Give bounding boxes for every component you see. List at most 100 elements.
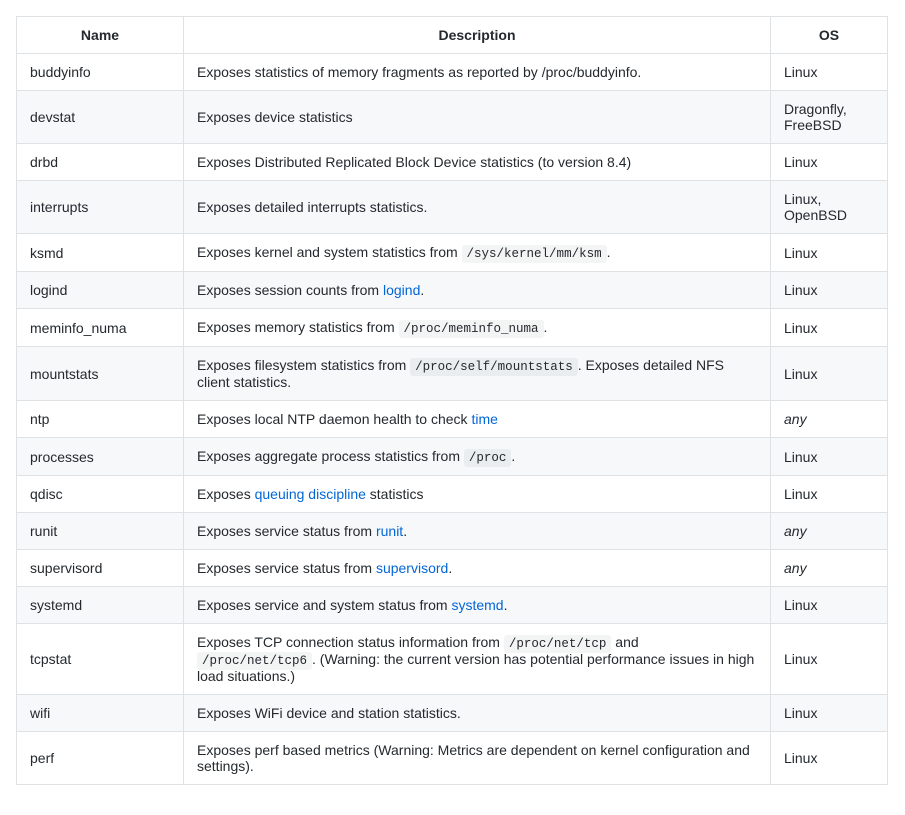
header-description: Description <box>184 17 771 54</box>
description-text: Exposes detailed interrupts statistics. <box>197 199 427 215</box>
table-row: mountstatsExposes filesystem statistics … <box>17 347 888 401</box>
table-row: devstat Exposes device statistics Dragonfl… <box>17 91 888 144</box>
table-row: systemdExposes service and system status… <box>17 587 888 624</box>
description-link[interactable]: runit <box>376 523 403 539</box>
cell-description: Exposes local NTP daemon health to check… <box>184 401 771 438</box>
table-row: runitExposes service status from runit.a… <box>17 513 888 550</box>
header-name: Name <box>17 17 184 54</box>
cell-name: drbd <box>17 144 184 181</box>
table-row: perfExposes perf based metrics (Warning:… <box>17 732 888 785</box>
cell-os: Linux <box>771 732 888 785</box>
os-italic: any <box>784 523 807 539</box>
cell-name: qdisc <box>17 476 184 513</box>
cell-description: Exposes perf based metrics (Warning: Met… <box>184 732 771 785</box>
cell-os: any <box>771 401 888 438</box>
table-header-row: Name Description OS <box>17 17 888 54</box>
description-text: Exposes service status from <box>197 560 376 576</box>
description-text: Exposes Distributed Replicated Block Dev… <box>197 154 631 170</box>
code-path: /proc/meminfo_numa <box>399 320 544 338</box>
table-row: interrupts Exposes detailed interrupts st… <box>17 181 888 234</box>
cell-description: Exposes session counts from logind. <box>184 272 771 309</box>
cell-description: Exposes filesystem statistics from /proc… <box>184 347 771 401</box>
cell-name: systemd <box>17 587 184 624</box>
description-text: Exposes statistics of memory fragments a… <box>197 64 641 80</box>
cell-name: interrupts <box>17 181 184 234</box>
cell-os: Linux <box>771 347 888 401</box>
cell-os: any <box>771 550 888 587</box>
table-row: tcpstatExposes TCP connection status inf… <box>17 624 888 695</box>
description-text: Exposes aggregate process statistics fro… <box>197 448 464 464</box>
description-text: . <box>504 597 508 613</box>
table-row: wifi Exposes WiFi device and station stat… <box>17 695 888 732</box>
description-link[interactable]: queuing discipline <box>255 486 366 502</box>
description-link[interactable]: time <box>471 411 497 427</box>
cell-name: runit <box>17 513 184 550</box>
os-italic: any <box>784 560 807 576</box>
description-text: Exposes service and system status from <box>197 597 451 613</box>
table-row: ntpExposes local NTP daemon health to ch… <box>17 401 888 438</box>
cell-description: Exposes service status from supervisord. <box>184 550 771 587</box>
description-text: . <box>420 282 424 298</box>
cell-name: buddyinfo <box>17 54 184 91</box>
cell-os: any <box>771 513 888 550</box>
cell-description: Exposes service and system status from s… <box>184 587 771 624</box>
table-row: meminfo_numaExposes memory statistics fr… <box>17 309 888 347</box>
cell-name: logind <box>17 272 184 309</box>
cell-description: Exposes queuing discipline statistics <box>184 476 771 513</box>
table-row: qdiscExposes queuing discipline statisti… <box>17 476 888 513</box>
description-text: Exposes WiFi device and station statisti… <box>197 705 461 721</box>
cell-name: devstat <box>17 91 184 144</box>
cell-description: Exposes memory statistics from /proc/mem… <box>184 309 771 347</box>
code-path: /proc <box>464 449 512 467</box>
description-text: Exposes session counts from <box>197 282 383 298</box>
cell-os: Linux <box>771 234 888 272</box>
cell-name: ntp <box>17 401 184 438</box>
description-text: Exposes TCP connection status informatio… <box>197 634 504 650</box>
description-text: . <box>607 244 611 260</box>
description-text: Exposes filesystem statistics from <box>197 357 410 373</box>
code-path: /proc/self/mountstats <box>410 358 578 376</box>
description-text: Exposes service status from <box>197 523 376 539</box>
header-os: OS <box>771 17 888 54</box>
code-path: /sys/kernel/mm/ksm <box>462 245 607 263</box>
description-text: Exposes kernel and system statistics fro… <box>197 244 462 260</box>
description-text: Exposes device statistics <box>197 109 353 125</box>
cell-description: Exposes kernel and system statistics fro… <box>184 234 771 272</box>
description-link[interactable]: logind <box>383 282 420 298</box>
cell-os: Linux <box>771 438 888 476</box>
description-link[interactable]: supervisord <box>376 560 448 576</box>
description-text: Exposes memory statistics from <box>197 319 399 335</box>
table-row: processes Exposes aggregate process stati… <box>17 438 888 476</box>
cell-description: Exposes TCP connection status informatio… <box>184 624 771 695</box>
cell-name: processes <box>17 438 184 476</box>
description-text: statistics <box>366 486 424 502</box>
cell-name: mountstats <box>17 347 184 401</box>
description-text: . <box>544 319 548 335</box>
cell-os: Linux <box>771 309 888 347</box>
description-link[interactable]: systemd <box>451 597 503 613</box>
cell-os: Dragonfly, FreeBSD <box>771 91 888 144</box>
cell-name: wifi <box>17 695 184 732</box>
table-row: logindExposes session counts from logind… <box>17 272 888 309</box>
cell-name: supervisord <box>17 550 184 587</box>
table-row: supervisordExposes service status from s… <box>17 550 888 587</box>
description-text: . <box>448 560 452 576</box>
description-text: Exposes <box>197 486 255 502</box>
table-row: buddyinfo Exposes statistics of memory fr… <box>17 54 888 91</box>
cell-name: perf <box>17 732 184 785</box>
cell-description: Exposes Distributed Replicated Block Dev… <box>184 144 771 181</box>
cell-description: Exposes aggregate process statistics fro… <box>184 438 771 476</box>
cell-os: Linux <box>771 587 888 624</box>
table-row: drbd Exposes Distributed Replicated Block… <box>17 144 888 181</box>
description-text: . <box>511 448 515 464</box>
description-text: . <box>403 523 407 539</box>
cell-name: meminfo_numa <box>17 309 184 347</box>
cell-os: Linux <box>771 476 888 513</box>
cell-description: Exposes statistics of memory fragments a… <box>184 54 771 91</box>
cell-os: Linux <box>771 54 888 91</box>
cell-os: Linux <box>771 144 888 181</box>
cell-os: Linux <box>771 272 888 309</box>
cell-name: ksmd <box>17 234 184 272</box>
cell-description: Exposes device statistics <box>184 91 771 144</box>
description-text: and <box>611 634 638 650</box>
